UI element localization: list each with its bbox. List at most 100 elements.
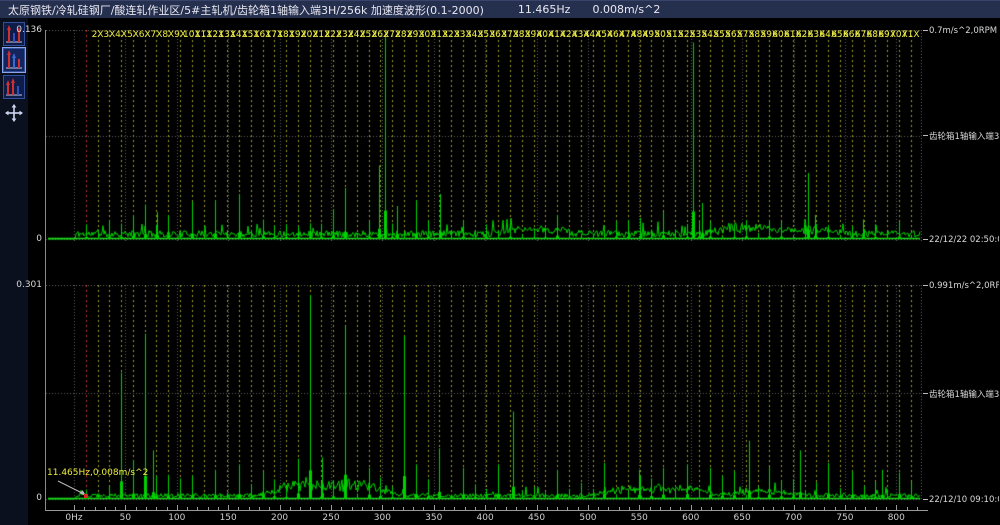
x-minor-tick: [352, 507, 353, 510]
title-bar: 太原钢铁/冷轧硅钢厂/酸连轧作业区/5#主轧机/齿轮箱1轴输入端3H/256k …: [0, 0, 1000, 18]
x-minor-tick: [670, 507, 671, 510]
x-minor-tick: [783, 507, 784, 510]
x-minor-tick: [249, 507, 250, 510]
x-minor-tick: [506, 507, 507, 510]
x-axis-label-800: 800: [888, 513, 905, 523]
x-axis-label-200: 200: [271, 513, 288, 523]
tool-sidebar: [0, 18, 28, 525]
x-minor-tick: [238, 507, 239, 510]
x-minor-tick: [95, 507, 96, 510]
pan-move-button[interactable]: [5, 104, 23, 122]
x-minor-tick: [403, 507, 404, 510]
x-axis-label-600: 600: [682, 513, 699, 523]
x-minor-tick: [619, 507, 620, 510]
x-minor-tick: [136, 507, 137, 510]
x-minor-tick: [578, 507, 579, 510]
x-minor-tick: [865, 507, 866, 510]
x-axis-label-500: 500: [579, 513, 596, 523]
x-minor-tick: [557, 507, 558, 510]
x-minor-tick: [814, 507, 815, 510]
x-minor-tick: [208, 507, 209, 510]
spectrum-icon: [4, 49, 24, 71]
x-minor-tick: [680, 507, 681, 510]
x-major-tick: [845, 505, 846, 510]
x-minor-tick: [465, 507, 466, 510]
x-major-tick: [588, 505, 589, 510]
x-minor-tick: [732, 507, 733, 510]
move-icon: [5, 104, 23, 122]
x-minor-tick: [84, 507, 85, 510]
x-major-tick: [331, 505, 332, 510]
x-axis-label-450: 450: [528, 513, 545, 523]
bottom-scale-label: 0.301: [0, 280, 42, 290]
spectrum-view-button-2[interactable]: [3, 48, 25, 72]
bottom-zero-label: 0: [0, 493, 42, 503]
right-tick: [923, 30, 928, 31]
x-minor-tick: [269, 507, 270, 510]
cursor-frequency-readout: 11.465Hz: [518, 3, 571, 16]
x-minor-tick: [105, 507, 106, 510]
x-axis-label-750: 750: [836, 513, 853, 523]
x-minor-tick: [629, 507, 630, 510]
x-axis-label-700: 700: [785, 513, 802, 523]
right-tick: [923, 239, 928, 240]
spectrum-icon: [4, 76, 24, 98]
x-minor-tick: [444, 507, 445, 510]
x-major-tick: [228, 505, 229, 510]
x-minor-tick: [650, 507, 651, 510]
x-minor-tick: [804, 507, 805, 510]
x-minor-tick: [310, 507, 311, 510]
x-minor-tick: [454, 507, 455, 510]
top-zero-label: 0: [0, 234, 42, 244]
x-minor-tick: [722, 507, 723, 510]
x-minor-tick: [773, 507, 774, 510]
x-major-tick: [896, 505, 897, 510]
x-minor-tick: [341, 507, 342, 510]
top-channel-label: 齿轮箱1轴输入端3H: [929, 130, 999, 142]
x-minor-tick: [701, 507, 702, 510]
x-minor-tick: [835, 507, 836, 510]
top-scale-label: 0.136: [0, 25, 42, 35]
x-axis-label-350: 350: [425, 513, 442, 523]
x-minor-tick: [547, 507, 548, 510]
x-major-tick: [382, 505, 383, 510]
bottom-overall-label: 0.991m/s^2,0RPM: [929, 281, 999, 291]
x-minor-tick: [475, 507, 476, 510]
top-date-label: 22/12/22 02:50:00: [929, 235, 999, 245]
x-major-tick: [74, 505, 75, 510]
x-minor-tick: [855, 507, 856, 510]
x-minor-tick: [413, 507, 414, 510]
x-minor-tick: [711, 507, 712, 510]
x-minor-tick: [300, 507, 301, 510]
x-minor-tick: [156, 507, 157, 510]
x-minor-tick: [167, 507, 168, 510]
x-minor-tick: [495, 507, 496, 510]
x-axis-label-50: 50: [120, 513, 131, 523]
x-major-tick: [691, 505, 692, 510]
spectrum-plot-top[interactable]: [46, 30, 922, 241]
x-minor-tick: [362, 507, 363, 510]
x-axis-line: [46, 510, 928, 511]
x-major-tick: [794, 505, 795, 510]
spectrum-plot-bottom[interactable]: [46, 285, 922, 501]
cursor-amplitude-readout: 0.008m/s^2: [592, 3, 660, 16]
cursor-marker-dot: [84, 494, 88, 498]
x-minor-tick: [763, 507, 764, 510]
x-axis-label-550: 550: [631, 513, 648, 523]
x-minor-tick: [752, 507, 753, 510]
x-minor-tick: [516, 507, 517, 510]
x-major-tick: [125, 505, 126, 510]
x-minor-tick: [526, 507, 527, 510]
measurement-path: 太原钢铁/冷轧硅钢厂/酸连轧作业区/5#主轧机/齿轮箱1轴输入端3H/256k …: [8, 2, 484, 18]
x-minor-tick: [197, 507, 198, 510]
x-minor-tick: [824, 507, 825, 510]
top-overall-label: 0.7m/s^2,0RPM: [929, 26, 997, 36]
x-minor-tick: [567, 507, 568, 510]
x-major-tick: [434, 505, 435, 510]
x-minor-tick: [393, 507, 394, 510]
right-tick: [923, 285, 928, 286]
x-major-tick: [177, 505, 178, 510]
spectrum-view-button-3[interactable]: [3, 75, 25, 99]
x-minor-tick: [218, 507, 219, 510]
x-minor-tick: [115, 507, 116, 510]
